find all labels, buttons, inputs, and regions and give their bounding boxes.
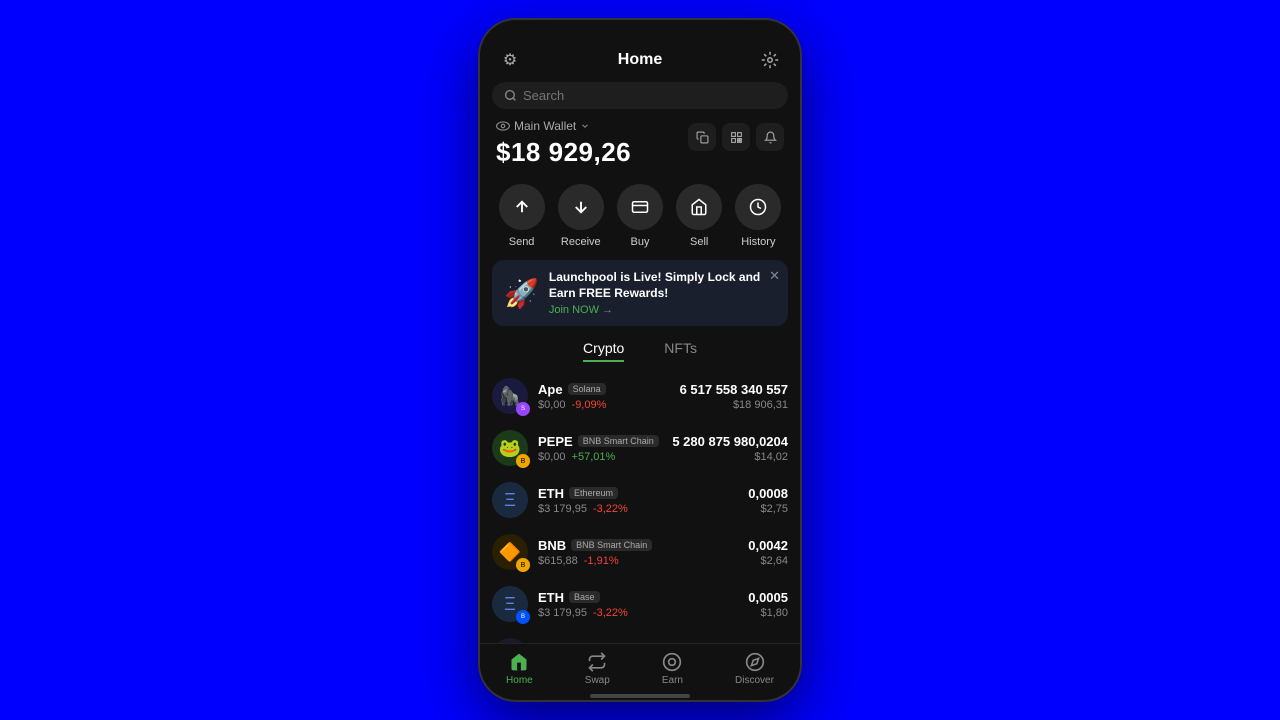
send-label: Send [509, 236, 535, 248]
tab-nfts[interactable]: NFTs [664, 336, 697, 362]
list-item[interactable]: 🪝 B HOOK BNB Smart Chain 1,8024 [492, 630, 788, 643]
eth-info: ETH Ethereum $3 179,95 -3,22% [538, 486, 738, 515]
history-label: History [741, 236, 775, 248]
bnb-info: BNB BNB Smart Chain $615,88 -1,91% [538, 538, 738, 567]
banner-title: Launchpool is Live! Simply Lock and Earn… [549, 270, 776, 301]
pepe-info: PEPE BNB Smart Chain $0,00 +57,01% [538, 434, 662, 463]
ape-info: Ape Solana $0,00 -9,09% [538, 382, 670, 411]
nav-earn-label: Earn [662, 675, 683, 686]
send-button[interactable]: Send [499, 184, 545, 248]
ape-logo: 🦍 S [492, 378, 528, 414]
eth-values: 0,0008 $2,75 [748, 486, 788, 515]
bnb-logo: 🔶 B [492, 534, 528, 570]
search-input[interactable] [523, 88, 776, 103]
copy-button[interactable] [688, 123, 716, 151]
list-item[interactable]: Ξ ETH Ethereum $3 179,95 -3,22% 0,0008 $… [492, 474, 788, 526]
pepe-logo: 🐸 B [492, 430, 528, 466]
discover-icon [745, 652, 765, 672]
eth-base-info: ETH Base $3 179,95 -3,22% [538, 590, 738, 619]
history-circle [735, 184, 781, 230]
nav-swap[interactable]: Swap [573, 652, 622, 686]
earn-icon [662, 652, 682, 672]
banner-content: Launchpool is Live! Simply Lock and Earn… [549, 270, 776, 316]
banner-link[interactable]: Join NOW → [549, 304, 776, 316]
qr-button[interactable] [722, 123, 750, 151]
nav-home[interactable]: Home [494, 652, 545, 686]
receive-circle [558, 184, 604, 230]
bell-button[interactable] [756, 123, 784, 151]
search-icon [504, 89, 517, 102]
sell-button[interactable]: Sell [676, 184, 722, 248]
nav-home-label: Home [506, 675, 533, 686]
banner-close-button[interactable]: ✕ [769, 268, 780, 284]
list-item[interactable]: 🔶 B BNB BNB Smart Chain $615,88 -1,91% 0… [492, 526, 788, 578]
home-icon [509, 652, 529, 672]
banner-emoji: 🚀 [504, 277, 539, 310]
tab-crypto[interactable]: Crypto [583, 336, 624, 362]
buy-button[interactable]: Buy [617, 184, 663, 248]
search-bar[interactable] [492, 82, 788, 109]
nav-swap-label: Swap [585, 675, 610, 686]
wallet-connect-button[interactable] [756, 46, 784, 74]
copy-icon [696, 131, 709, 144]
wallet-section: Main Wallet $18 929,26 [480, 119, 800, 176]
receive-button[interactable]: Receive [558, 184, 604, 248]
chevron-down-icon [580, 121, 590, 131]
app-header: ⚙ Home [480, 40, 800, 82]
list-item[interactable]: Ξ B ETH Base $3 179,95 -3,22% 0,0005 $1,… [492, 578, 788, 630]
qr-icon [730, 131, 743, 144]
list-item[interactable]: 🐸 B PEPE BNB Smart Chain $0,00 +57,01% 5… [492, 422, 788, 474]
nav-earn[interactable]: Earn [650, 652, 695, 686]
nav-discover-label: Discover [735, 675, 774, 686]
eth-base-values: 0,0005 $1,80 [748, 590, 788, 619]
buy-circle [617, 184, 663, 230]
wallet-label: Main Wallet [496, 119, 631, 133]
action-buttons: Send Receive Buy Sell History [480, 176, 800, 260]
bell-icon [764, 131, 777, 144]
eth-base-logo: Ξ B [492, 586, 528, 622]
swap-icon [587, 652, 607, 672]
launchpool-banner: 🚀 Launchpool is Live! Simply Lock and Ea… [492, 260, 788, 326]
send-circle [499, 184, 545, 230]
crypto-list: 🦍 S Ape Solana $0,00 -9,09% 6 517 558 34… [480, 370, 800, 643]
header-title: Home [618, 51, 662, 69]
wallet-balance: $18 929,26 [496, 137, 631, 168]
list-item[interactable]: 🦍 S Ape Solana $0,00 -9,09% 6 517 558 34… [492, 370, 788, 422]
ape-values: 6 517 558 340 557 $18 906,31 [680, 382, 788, 411]
buy-label: Buy [630, 236, 649, 248]
history-button[interactable]: History [735, 184, 781, 248]
eth-logo: Ξ [492, 482, 528, 518]
nav-discover[interactable]: Discover [723, 652, 786, 686]
bnb-values: 0,0042 $2,64 [748, 538, 788, 567]
eye-icon [496, 121, 510, 131]
hook-logo: 🪝 B [492, 638, 528, 643]
pepe-values: 5 280 875 980,0204 $14,02 [672, 434, 788, 463]
settings-button[interactable]: ⚙ [496, 46, 524, 74]
asset-tabs: Crypto NFTs [480, 336, 800, 370]
phone-app: ⚙ Home Main Wallet [480, 20, 800, 700]
sell-circle [676, 184, 722, 230]
sell-label: Sell [690, 236, 708, 248]
receive-label: Receive [561, 236, 601, 248]
bottom-nav: Home Swap Earn Discover [480, 643, 800, 690]
home-indicator [590, 694, 690, 698]
status-bar [480, 20, 800, 40]
